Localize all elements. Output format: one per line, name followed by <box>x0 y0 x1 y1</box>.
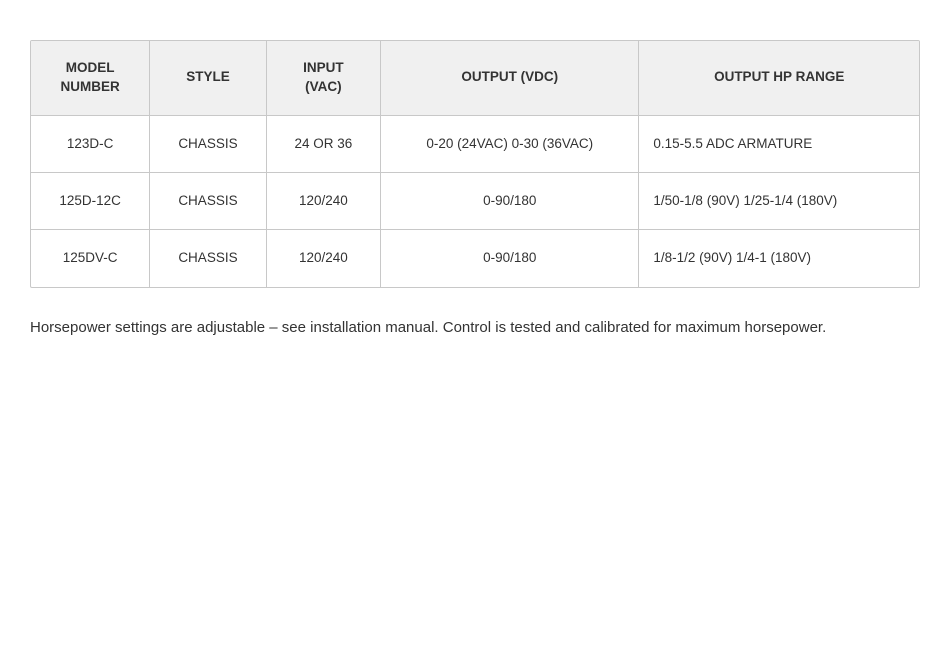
cell-output-vdc: 0-20 (24VAC) 0-30 (36VAC) <box>381 115 639 172</box>
table-row: 125DV-CCHASSIS120/2400-90/1801/8-1/2 (90… <box>31 230 919 287</box>
cell-style: CHASSIS <box>150 173 266 230</box>
cell-model: 125DV-C <box>31 230 150 287</box>
cell-input: 120/240 <box>266 173 380 230</box>
table-row: 125D-12CCHASSIS120/2400-90/1801/50-1/8 (… <box>31 173 919 230</box>
cell-model: 123D-C <box>31 115 150 172</box>
table-header-row: MODELNUMBER STYLE INPUT(VAC) OUTPUT (VDC… <box>31 41 919 115</box>
col-header-output-vdc: OUTPUT (VDC) <box>381 41 639 115</box>
cell-output-vdc: 0-90/180 <box>381 173 639 230</box>
product-table: MODELNUMBER STYLE INPUT(VAC) OUTPUT (VDC… <box>31 41 919 287</box>
cell-output-hp: 0.15-5.5 ADC ARMATURE <box>639 115 919 172</box>
col-header-input-vac: INPUT(VAC) <box>266 41 380 115</box>
cell-input: 24 OR 36 <box>266 115 380 172</box>
col-header-output-hp-range: OUTPUT HP RANGE <box>639 41 919 115</box>
cell-model: 125D-12C <box>31 173 150 230</box>
col-header-model-number: MODELNUMBER <box>31 41 150 115</box>
product-table-wrapper: MODELNUMBER STYLE INPUT(VAC) OUTPUT (VDC… <box>30 40 920 288</box>
cell-input: 120/240 <box>266 230 380 287</box>
cell-style: CHASSIS <box>150 230 266 287</box>
cell-style: CHASSIS <box>150 115 266 172</box>
cell-output-hp: 1/8-1/2 (90V) 1/4-1 (180V) <box>639 230 919 287</box>
col-header-style: STYLE <box>150 41 266 115</box>
cell-output-hp: 1/50-1/8 (90V) 1/25-1/4 (180V) <box>639 173 919 230</box>
cell-output-vdc: 0-90/180 <box>381 230 639 287</box>
footnote-text: Horsepower settings are adjustable – see… <box>30 316 890 340</box>
table-row: 123D-CCHASSIS24 OR 360-20 (24VAC) 0-30 (… <box>31 115 919 172</box>
